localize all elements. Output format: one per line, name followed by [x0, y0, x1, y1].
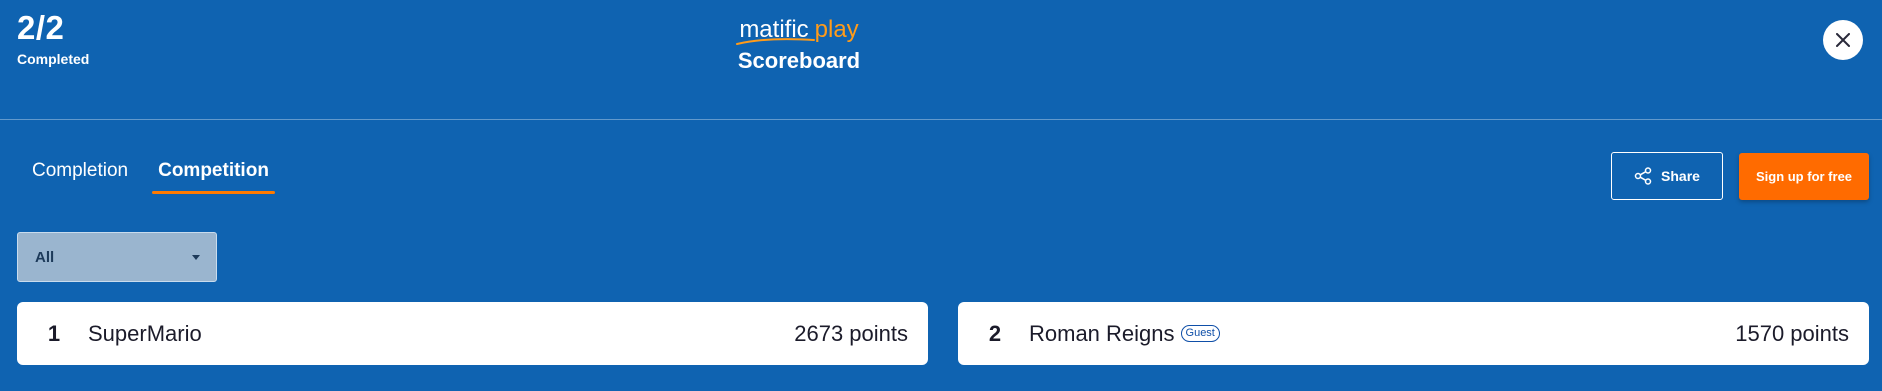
header: 2/2 Completed matific play Scoreboard [0, 0, 1882, 120]
share-button[interactable]: Share [1611, 152, 1723, 200]
close-icon [1836, 33, 1850, 47]
guest-badge: Guest [1180, 325, 1220, 342]
tab-completion[interactable]: Completion [32, 160, 128, 191]
logo-swoosh [736, 38, 815, 45]
sign-up-button[interactable]: Sign up for free [1739, 153, 1869, 200]
player-name: SuperMario [88, 321, 202, 347]
logo-play-text: play [814, 16, 859, 43]
leaderboard-row: 1 SuperMario 2673 points [17, 302, 928, 365]
page-title: Scoreboard [737, 48, 861, 73]
matific-play-logo: matific play [734, 16, 864, 46]
player-name-text: SuperMario [88, 320, 202, 346]
close-button[interactable] [1823, 20, 1863, 60]
tab-competition[interactable]: Competition [152, 160, 275, 194]
player-name: Roman Reigns Guest [1029, 321, 1220, 347]
brand: matific play Scoreboard [734, 16, 864, 74]
tab-bar: Completion Competition [32, 160, 275, 194]
player-name-text: Roman Reigns [1029, 320, 1175, 346]
progress-count: 2/2 [17, 9, 65, 46]
player-rank: 2 [988, 320, 1002, 346]
caret-down-icon [192, 254, 200, 260]
player-rank: 1 [47, 320, 61, 346]
player-points: 1570 points [1735, 320, 1849, 346]
share-icon [1634, 167, 1652, 185]
filter-dropdown[interactable]: All [17, 232, 217, 282]
progress-label: Completed [17, 51, 90, 67]
share-label: Share [1661, 168, 1700, 184]
leaderboard-row: 2 Roman Reigns Guest 1570 points [958, 302, 1869, 365]
player-points: 2673 points [794, 320, 908, 346]
sign-up-label: Sign up for free [1755, 169, 1853, 184]
progress-summary: 2/2 Completed [17, 9, 90, 68]
filter-selected-value: All [35, 248, 55, 266]
